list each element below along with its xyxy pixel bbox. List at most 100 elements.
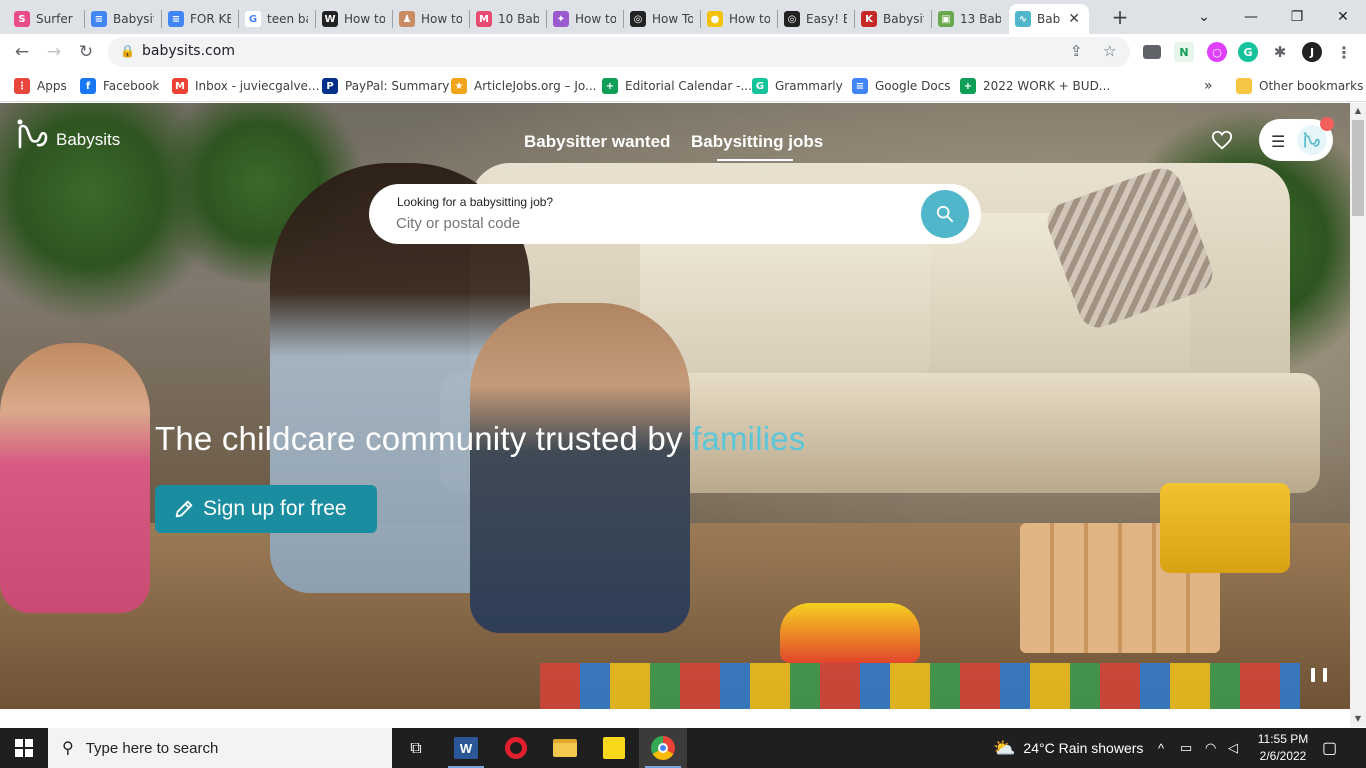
taskbar-search-box[interactable]: ⚲ Type here to search bbox=[48, 728, 392, 768]
sign-up-button[interactable]: Sign up for free bbox=[155, 485, 377, 533]
browser-tab[interactable]: ◎ Easy! B bbox=[778, 4, 853, 34]
bookmark-item[interactable]: G Grammarly bbox=[752, 76, 843, 96]
tab-label: 13 Bab bbox=[960, 12, 1001, 26]
browser-tab[interactable]: W How to bbox=[316, 4, 391, 34]
windows-start-button[interactable] bbox=[0, 728, 48, 768]
bookmark-item[interactable]: M Inbox - juviecgalve... bbox=[172, 76, 319, 96]
scroll-down-arrow-icon[interactable]: ▼ bbox=[1350, 711, 1366, 727]
weather-widget[interactable]: ⛅ 24°C Rain showers bbox=[993, 728, 1143, 768]
pause-bar bbox=[1311, 668, 1315, 682]
browser-tab[interactable]: K Babysit bbox=[855, 4, 930, 34]
volume-icon[interactable]: ◁ bbox=[1228, 728, 1238, 768]
tab-favicon-icon: ◎ bbox=[784, 11, 800, 27]
bookmark-star-icon[interactable]: ☆ bbox=[1103, 42, 1116, 60]
grammarly-extension-icon[interactable]: G bbox=[1238, 42, 1258, 62]
bookmark-item[interactable]: P PayPal: Summary bbox=[322, 76, 449, 96]
browser-tab[interactable]: S Surfer - bbox=[8, 4, 83, 34]
nav-babysitting-jobs[interactable]: Babysitting jobs bbox=[691, 132, 823, 161]
profile-avatar-icon[interactable]: J bbox=[1302, 42, 1322, 62]
search-icon: ⚲ bbox=[62, 740, 74, 757]
bookmark-favicon-icon: P bbox=[322, 78, 338, 94]
nav-babysitter-wanted[interactable]: Babysitter wanted bbox=[524, 132, 670, 152]
logo-text: Babysits bbox=[56, 130, 121, 149]
location-search-input[interactable] bbox=[396, 212, 896, 234]
search-icon bbox=[936, 205, 954, 223]
tray-overflow-chevron-icon[interactable]: ^ bbox=[1158, 728, 1164, 768]
mail-extension-icon[interactable] bbox=[1143, 45, 1161, 59]
taskbar-clock[interactable]: 11:55 PM 2/6/2022 bbox=[1252, 731, 1314, 765]
tab-favicon-icon: ∿ bbox=[1015, 11, 1031, 27]
windows-taskbar: ⚲ Type here to search ⧉ W ⛅ 24°C Rain sh… bbox=[0, 728, 1366, 768]
tab-favicon-icon: S bbox=[14, 11, 30, 27]
tab-favicon-icon: ● bbox=[707, 11, 723, 27]
bookmarks-overflow-button[interactable]: » bbox=[1204, 76, 1213, 96]
tab-favicon-icon: ♟ bbox=[399, 11, 415, 27]
bookmark-item[interactable]: ★ ArticleJobs.org – Jo... bbox=[451, 76, 596, 96]
file-explorer-icon[interactable] bbox=[541, 728, 589, 768]
pause-bar bbox=[1323, 668, 1327, 682]
tab-label: How to bbox=[421, 12, 462, 26]
bookmark-label: ArticleJobs.org – Jo... bbox=[474, 79, 597, 93]
bookmark-label: PayPal: Summary bbox=[345, 79, 450, 93]
circle-extension-icon[interactable]: ○ bbox=[1207, 42, 1227, 62]
babysits-logo[interactable]: Babysits bbox=[16, 118, 120, 150]
tab-favicon-icon: ✦ bbox=[553, 11, 569, 27]
bookmark-item[interactable]: f Facebook bbox=[80, 76, 159, 96]
bookmark-item[interactable]: ≡ Google Docs bbox=[852, 76, 951, 96]
browser-tab[interactable]: ◎ How To bbox=[624, 4, 699, 34]
new-tab-button[interactable]: + bbox=[1108, 6, 1132, 30]
tab-active[interactable]: ∿ Bab ✕ bbox=[1009, 4, 1089, 34]
back-arrow-icon[interactable]: ← bbox=[8, 38, 36, 66]
tab-search-chevron-icon[interactable]: ⌄ bbox=[1181, 0, 1227, 34]
bookmark-label: Grammarly bbox=[775, 79, 843, 93]
minimize-button[interactable]: — bbox=[1228, 0, 1274, 34]
window-close-button[interactable]: ✕ bbox=[1320, 0, 1366, 34]
browser-tab[interactable]: ▣ 13 Bab bbox=[932, 4, 1007, 34]
tab-close-icon[interactable]: ✕ bbox=[1068, 11, 1080, 27]
video-pause-button[interactable] bbox=[1311, 668, 1327, 684]
browser-tab[interactable]: ✦ How to bbox=[547, 4, 622, 34]
n-extension-icon[interactable]: N bbox=[1174, 42, 1194, 62]
word-app-icon[interactable]: W bbox=[442, 728, 490, 768]
reload-icon[interactable]: ↻ bbox=[72, 38, 100, 66]
tab-label: 10 Bab bbox=[498, 12, 539, 26]
battery-icon[interactable]: ▭ bbox=[1180, 728, 1192, 768]
scrollbar-thumb[interactable] bbox=[1352, 120, 1364, 216]
bookmark-item[interactable]: Other bookmarks bbox=[1236, 76, 1363, 96]
wifi-icon[interactable]: ◠ bbox=[1205, 728, 1216, 768]
browser-tab[interactable]: ● How to bbox=[701, 4, 776, 34]
browser-menu-icon[interactable]: ⋮ bbox=[1334, 42, 1354, 62]
address-bar[interactable]: 🔒 babysits.com ⇪ ☆ bbox=[108, 37, 1130, 67]
sticky-notes-icon[interactable] bbox=[590, 728, 638, 768]
tab-strip: SSurfer -≡Babysit≡FOR KEGteen baWHow to♟… bbox=[0, 0, 1366, 34]
tab-favicon-icon: M bbox=[476, 11, 492, 27]
scroll-up-arrow-icon[interactable]: ▲ bbox=[1350, 103, 1366, 119]
chrome-logo-icon bbox=[651, 736, 675, 760]
tab-label: FOR KE bbox=[190, 12, 231, 26]
chrome-app-icon[interactable] bbox=[639, 728, 687, 768]
forward-arrow-icon[interactable]: → bbox=[40, 38, 68, 66]
opera-app-icon[interactable] bbox=[492, 728, 540, 768]
bookmark-item[interactable]: +2022 WORK + BUD... bbox=[960, 76, 1110, 96]
puzzle-extensions-icon[interactable]: ✱ bbox=[1270, 42, 1290, 62]
url-text[interactable]: babysits.com bbox=[142, 43, 235, 59]
browser-tab[interactable]: M 10 Bab bbox=[470, 4, 545, 34]
browser-tab[interactable]: Gteen ba bbox=[239, 4, 314, 34]
browser-tab[interactable]: ≡ FOR KE bbox=[162, 4, 237, 34]
search-button[interactable] bbox=[921, 190, 969, 238]
heart-icon[interactable] bbox=[1211, 129, 1233, 151]
browser-tab[interactable]: ♟ How to bbox=[393, 4, 468, 34]
toy-car-image bbox=[780, 603, 920, 663]
task-view-icon[interactable]: ⧉ bbox=[392, 728, 440, 768]
bookmark-item[interactable]: ⋮ Apps bbox=[14, 76, 67, 96]
pencil-icon bbox=[175, 500, 193, 518]
maximize-button[interactable]: ❐ bbox=[1274, 0, 1320, 34]
floor-toys-image bbox=[540, 663, 1300, 709]
share-icon[interactable]: ⇪ bbox=[1070, 42, 1083, 60]
browser-tab[interactable]: ≡ Babysit bbox=[85, 4, 160, 34]
notifications-icon[interactable]: ▢ bbox=[1322, 728, 1337, 768]
bookmark-item[interactable]: + Editorial Calendar -... bbox=[602, 76, 752, 96]
hero-headline: The childcare community trusted by famil… bbox=[155, 420, 806, 458]
notification-badge bbox=[1320, 117, 1334, 131]
tab-label: teen ba bbox=[267, 12, 308, 26]
